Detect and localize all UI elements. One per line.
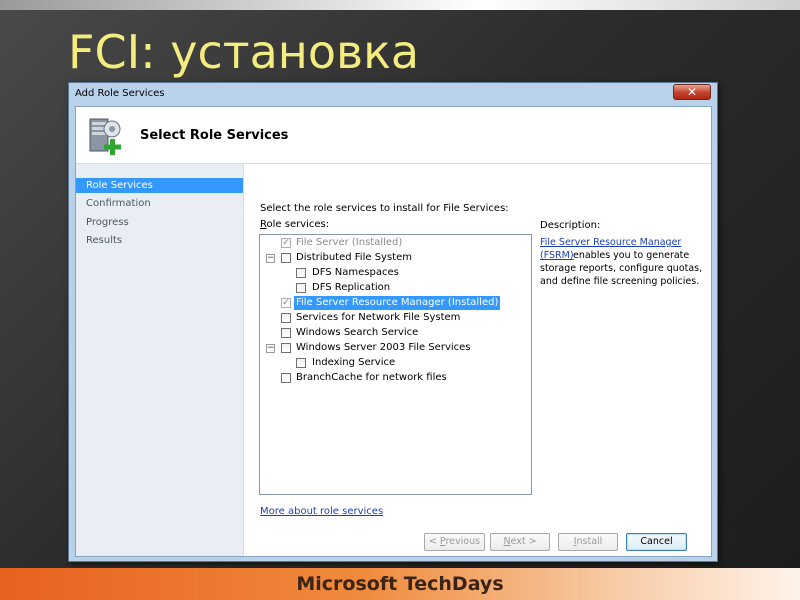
tree-item-label: Indexing Service: [312, 357, 396, 368]
checkbox-nfs[interactable]: [281, 313, 291, 323]
checkbox-dfs-namespaces[interactable]: [296, 268, 306, 278]
tree-item-label: Windows Server 2003 File Services: [296, 342, 471, 353]
page-title: Select Role Services: [140, 128, 289, 143]
next-rest: ext >: [510, 536, 537, 547]
tree-item-label: DFS Namespaces: [312, 267, 399, 278]
previous-rest: revious: [445, 536, 481, 547]
window-titlebar[interactable]: Add Role Services ✕: [69, 83, 717, 105]
collapse-icon[interactable]: −: [266, 344, 275, 353]
checkbox-fsrm[interactable]: ✓: [281, 298, 291, 308]
fsrm-link[interactable]: File Server Resource Manager: [540, 237, 681, 248]
checkbox-dfs-replication[interactable]: [296, 283, 306, 293]
checkbox-branchcache[interactable]: [281, 373, 291, 383]
dialog-header: Select Role Services: [76, 107, 711, 164]
tree-item-file-server[interactable]: ✓ File Server (Installed): [260, 236, 530, 250]
tree-item-label: BranchCache for network files: [296, 372, 447, 383]
role-services-label: Role services:: [260, 219, 329, 230]
description-text-3: and define file screening policies.: [540, 276, 700, 287]
wizard-nav: Role Services Confirmation Progress Resu…: [76, 164, 244, 556]
tree-item-label: File Server (Installed): [296, 237, 403, 248]
nav-item-results[interactable]: Results: [76, 233, 243, 248]
install-rest: nstall: [576, 536, 603, 547]
more-about-role-services-link[interactable]: More about role services: [260, 506, 383, 517]
tree-item-label: Distributed File System: [296, 252, 412, 263]
previous-prefix: <: [428, 536, 440, 547]
nav-item-confirmation[interactable]: Confirmation: [76, 196, 243, 211]
window-title: Add Role Services: [75, 88, 165, 99]
tree-item-nfs[interactable]: Services for Network File System: [260, 311, 530, 325]
tree-item-label: File Server Resource Manager (Installed): [294, 296, 501, 310]
description-heading: Description:: [540, 220, 601, 231]
install-button[interactable]: Install: [558, 533, 618, 551]
slide-title: FCI: установка: [68, 25, 420, 79]
checkbox-ws2003-file-services[interactable]: [281, 343, 291, 353]
tree-item-windows-search[interactable]: Windows Search Service: [260, 326, 530, 340]
footer-brand: Microsoft TechDays: [296, 573, 504, 595]
tree-item-label: Services for Network File System: [296, 312, 461, 323]
tree-item-label: DFS Replication: [312, 282, 391, 293]
nav-item-role-services[interactable]: Role Services: [76, 178, 243, 193]
description-text-2: storage reports, configure quotas,: [540, 263, 703, 274]
checkbox-indexing-service[interactable]: [296, 358, 306, 368]
previous-button[interactable]: < Previous: [424, 533, 485, 551]
tree-item-label: Windows Search Service: [296, 327, 419, 338]
role-services-label-rest: ole services:: [266, 219, 330, 230]
next-accel: N: [503, 536, 511, 547]
tree-item-branchcache[interactable]: BranchCache for network files: [260, 371, 530, 385]
collapse-icon[interactable]: −: [266, 254, 275, 263]
add-role-services-dialog: Add Role Services ✕ Select Role Services…: [68, 82, 718, 562]
nav-item-progress[interactable]: Progress: [76, 215, 243, 230]
checkbox-distributed-file-system[interactable]: [281, 253, 291, 263]
instruction-text: Select the role services to install for …: [260, 203, 509, 214]
checkbox-file-server[interactable]: ✓: [281, 238, 291, 248]
close-button[interactable]: ✕: [673, 84, 711, 100]
checkbox-windows-search[interactable]: [281, 328, 291, 338]
dialog-client-area: Select Role Services Role Services Confi…: [75, 106, 712, 557]
next-button[interactable]: Next >: [490, 533, 550, 551]
tree-item-distributed-file-system[interactable]: − Distributed File System: [260, 251, 530, 265]
server-add-icon: [89, 118, 121, 155]
description-text-1: enables you to generate: [573, 250, 690, 261]
tree-item-dfs-replication[interactable]: DFS Replication: [260, 281, 530, 295]
slide-top-bar: [0, 0, 800, 10]
tree-item-fsrm[interactable]: ✓ File Server Resource Manager (Installe…: [260, 296, 530, 310]
cancel-button[interactable]: Cancel: [626, 533, 687, 551]
tree-item-ws2003-file-services[interactable]: − Windows Server 2003 File Services: [260, 341, 530, 355]
tree-item-dfs-namespaces[interactable]: DFS Namespaces: [260, 266, 530, 280]
tree-item-indexing-service[interactable]: Indexing Service: [260, 356, 530, 370]
role-services-tree[interactable]: ✓ File Server (Installed) − Distributed …: [259, 234, 532, 495]
fsrm-abbrev-link[interactable]: (FSRM): [540, 250, 574, 261]
